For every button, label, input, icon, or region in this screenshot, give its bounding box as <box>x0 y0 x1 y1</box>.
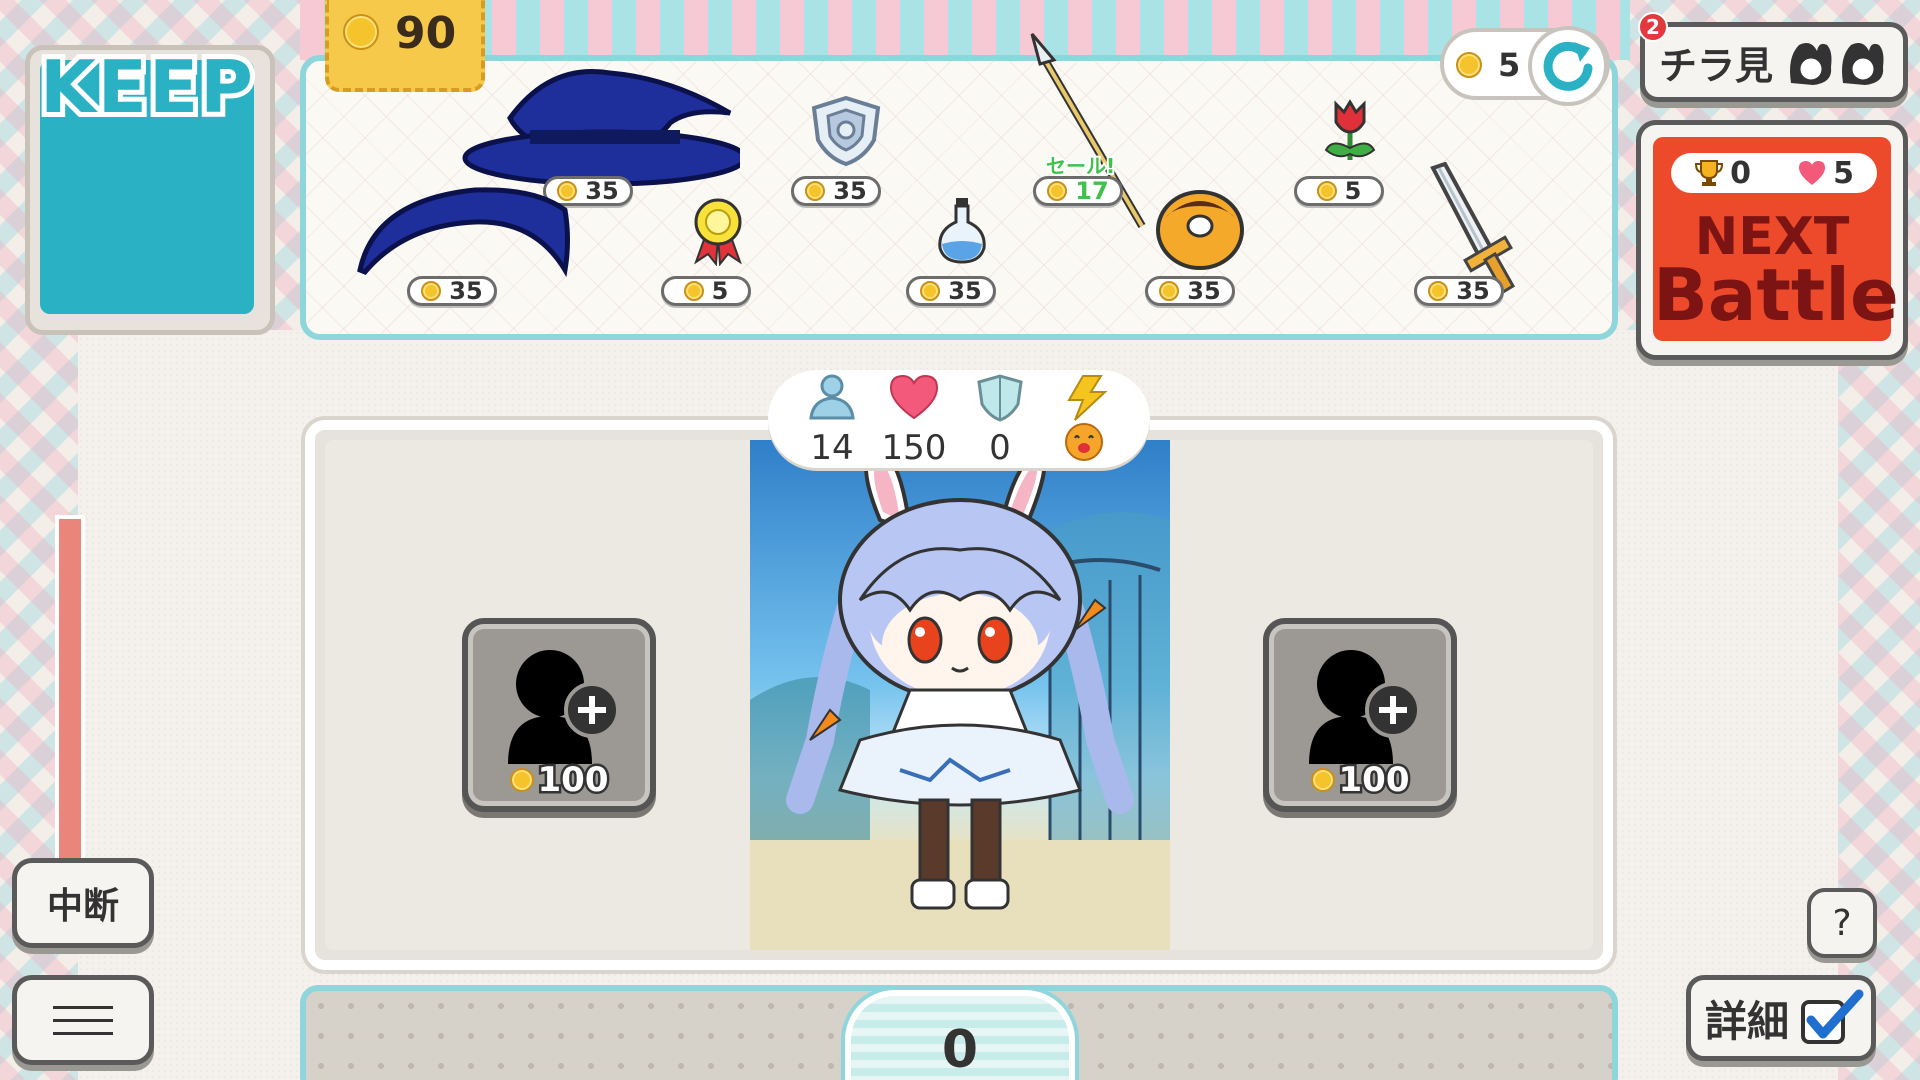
price-value: 35 <box>585 177 619 205</box>
price-tag: 17 <box>1033 176 1123 206</box>
character-card[interactable] <box>750 440 1170 950</box>
slot-cost: 100 <box>468 758 650 803</box>
keep-title: KEEP <box>35 40 258 134</box>
blue-wig-item[interactable] <box>355 180 575 280</box>
blue-hat-item[interactable] <box>460 68 748 188</box>
unit-stat: 14 <box>792 374 872 468</box>
coin-icon <box>920 281 941 301</box>
coin-icon <box>421 281 442 301</box>
heart-icon <box>1799 161 1826 185</box>
coin-icon <box>1047 181 1068 201</box>
shield-icon <box>977 374 1023 422</box>
hamburger-line <box>53 1005 113 1009</box>
price-tag: 5 <box>1294 176 1384 206</box>
coin-icon <box>343 14 379 50</box>
character-portrait <box>750 447 1170 950</box>
coin-icon <box>1310 768 1335 792</box>
suspend-button[interactable]: 中断 <box>12 858 154 948</box>
rosette-icon <box>694 198 742 267</box>
defense-stat: 0 <box>960 374 1040 468</box>
coin-icon <box>683 281 704 301</box>
coin-icon <box>1316 181 1337 201</box>
rosette-item[interactable] <box>688 196 748 267</box>
slot-cost: 100 <box>1269 758 1451 803</box>
lightning-face-icon <box>1065 375 1108 461</box>
add-unit-slot-left[interactable]: 100 <box>462 618 656 812</box>
menu-button[interactable] <box>12 975 154 1065</box>
donut-icon <box>1156 190 1244 270</box>
price-value: 5 <box>1344 177 1362 205</box>
flower-item[interactable] <box>1322 98 1378 164</box>
potion-icon <box>938 198 986 264</box>
price-tag: 35 <box>1145 276 1235 306</box>
bench-counter: 0 <box>845 990 1075 1080</box>
character-stats-bar: 14 150 0 <box>768 370 1150 468</box>
hamburger-line <box>53 1018 113 1022</box>
coin-icon <box>1159 281 1180 301</box>
peek-label: チラ見 <box>1659 43 1774 88</box>
heart-stat: 5 <box>1797 156 1854 191</box>
battle-label: Battle <box>1653 253 1899 337</box>
price-value: 35 <box>833 177 867 205</box>
heart-count: 5 <box>1833 155 1854 191</box>
refresh-cost: 5 <box>1498 46 1521 84</box>
checkmark-icon <box>1801 989 1864 1044</box>
shield-icon <box>811 95 881 167</box>
battle-stats: 0 5 <box>1671 153 1877 193</box>
price-value: 17 <box>1075 177 1109 205</box>
unit-value: 14 <box>810 428 854 468</box>
hp-stat: 150 <box>874 374 954 468</box>
price-tag: 35 <box>407 276 497 306</box>
donut-item[interactable] <box>1155 186 1245 270</box>
coin-icon <box>1456 52 1482 78</box>
wig-icon <box>357 187 570 278</box>
price-value: 35 <box>948 277 982 305</box>
price-value: 35 <box>449 277 483 305</box>
detail-toggle-button[interactable]: 詳細 <box>1686 975 1876 1061</box>
price-value: 5 <box>711 277 729 305</box>
peek-button[interactable]: チラ見 <box>1640 22 1908 102</box>
hamburger-line <box>53 1031 113 1035</box>
notification-badge: 2 <box>1638 12 1668 42</box>
coin-icon <box>1428 281 1449 301</box>
trophy-count: 0 <box>1730 155 1751 191</box>
potion-item[interactable] <box>934 196 990 266</box>
slot-cost-value: 100 <box>535 758 611 803</box>
hat-icon <box>462 68 748 187</box>
detail-label: 詳細 <box>1705 996 1790 1046</box>
hp-value: 150 <box>881 428 947 468</box>
sale-label: セール! <box>1044 152 1117 180</box>
peek-hands-icon <box>1790 43 1884 85</box>
refresh-icon-button[interactable] <box>1528 26 1608 106</box>
price-value: 35 <box>1456 277 1490 305</box>
defense-value: 0 <box>989 428 1011 468</box>
price-tag: 35 <box>1414 276 1504 306</box>
unit-icon <box>809 374 855 420</box>
price-tag: 35 <box>791 176 881 206</box>
slot-cost-value: 100 <box>1336 758 1412 803</box>
next-battle-button[interactable]: 0 5 NEXT Battle <box>1636 120 1908 360</box>
price-value: 35 <box>1187 277 1221 305</box>
add-unit-slot-right[interactable]: 100 <box>1263 618 1457 812</box>
skill-stat <box>1044 374 1124 466</box>
awning-stripes <box>300 0 1630 60</box>
refresh-shop-button[interactable]: 5 <box>1440 26 1610 106</box>
flower-icon <box>1324 99 1376 160</box>
price-tag: 35 <box>906 276 996 306</box>
trophy-icon <box>1695 160 1724 186</box>
heart-icon <box>889 374 939 420</box>
next-battle-face: 0 5 NEXT Battle <box>1653 137 1899 341</box>
trophy-stat: 0 <box>1694 156 1751 191</box>
coin-icon <box>509 768 534 792</box>
refresh-icon <box>1543 41 1593 91</box>
coin-count: 90 <box>395 8 457 59</box>
coin-icon <box>805 181 826 201</box>
shield-charm-item[interactable] <box>808 95 884 167</box>
price-tag: 5 <box>661 276 751 306</box>
help-button[interactable]: ? <box>1807 888 1877 958</box>
